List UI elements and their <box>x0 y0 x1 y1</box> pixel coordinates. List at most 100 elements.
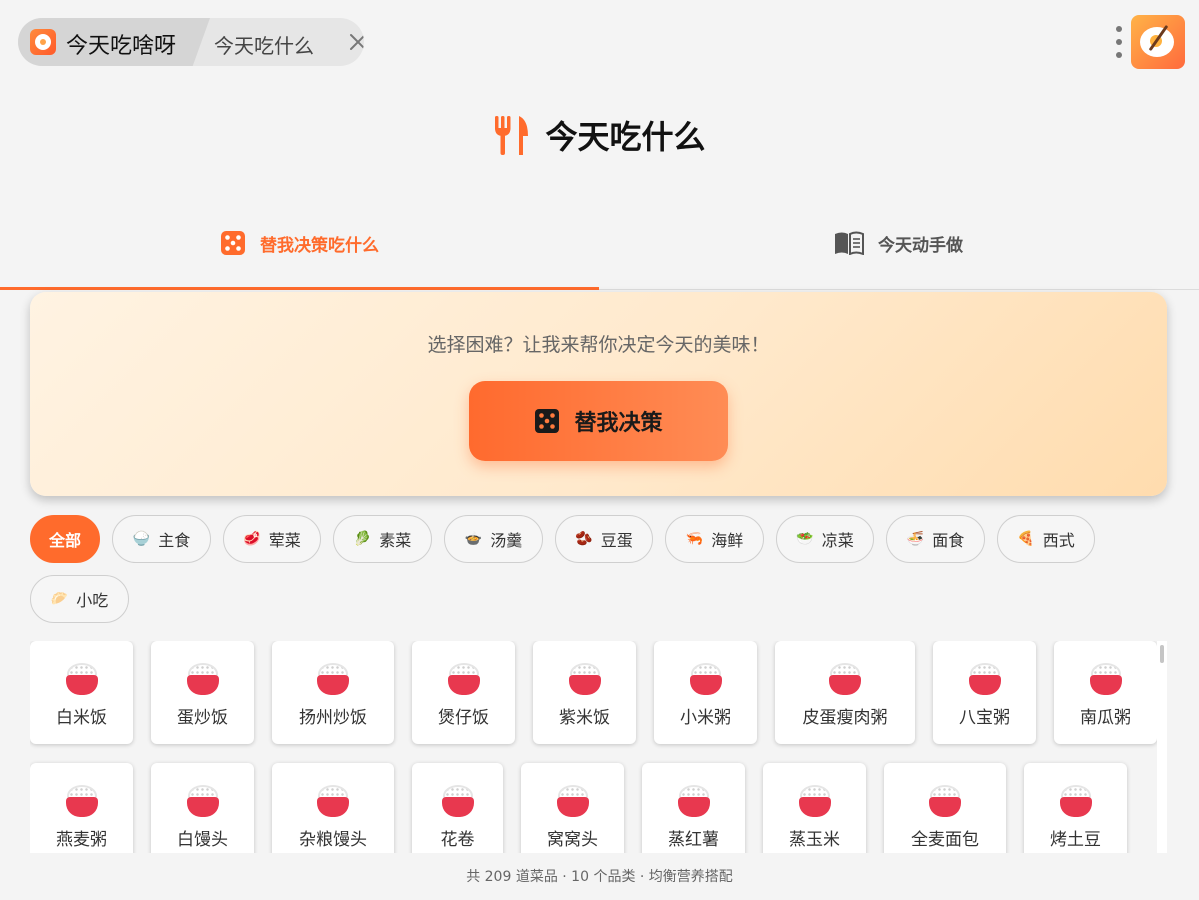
rice-bowl-icon <box>187 663 219 695</box>
decision-prompt: 选择困难？让我来帮你决定今天的美味！ <box>427 334 770 356</box>
category-chip-seafood[interactable]: 🦐 海鲜 <box>665 515 764 563</box>
rice-bowl-icon <box>569 663 601 695</box>
tab-label: 今天动手做 <box>878 235 963 256</box>
dish-card[interactable]: 煲仔饭 <box>412 641 515 744</box>
mode-tabs: 替我决策吃什么 今天动手做 <box>0 198 1199 290</box>
food-avatar-icon[interactable] <box>1131 15 1185 69</box>
chip-label: 豆蛋 <box>600 531 633 550</box>
rice-bowl-icon <box>690 663 722 695</box>
leafy-green-icon: 🥬 <box>353 531 372 547</box>
category-chip-noodles[interactable]: 🍜 面食 <box>886 515 985 563</box>
tab-decide-for-me[interactable]: 替我决策吃什么 <box>0 198 599 290</box>
chip-label: 面食 <box>932 531 965 550</box>
dish-name: 八宝粥 <box>959 708 1010 728</box>
app-title: 今天吃啥呀 <box>66 34 177 59</box>
chip-label: 汤羹 <box>490 531 523 550</box>
dish-card[interactable]: 蒸玉米 <box>763 763 866 853</box>
bowl-logo-icon <box>30 29 56 55</box>
dish-card[interactable]: 八宝粥 <box>933 641 1036 744</box>
dish-card[interactable]: 南瓜粥 <box>1054 641 1157 744</box>
rice-bowl-icon <box>187 785 219 817</box>
dish-name: 蒸玉米 <box>789 830 840 850</box>
category-chip-vegetable[interactable]: 🥬 素菜 <box>333 515 432 563</box>
rice-icon: 🍚 <box>132 531 151 547</box>
chip-label: 小吃 <box>76 591 109 610</box>
chip-label: 荤菜 <box>268 531 301 550</box>
browser-tab-group: 今天吃啥呀 今天吃什么 <box>18 18 364 66</box>
dish-name: 小米粥 <box>680 708 731 728</box>
category-chip-meat[interactable]: 🥩 荤菜 <box>223 515 321 563</box>
rice-bowl-icon <box>799 785 831 817</box>
decision-card: 选择困难？让我来帮你决定今天的美味！ 替我决策 <box>30 292 1167 496</box>
page-tab-title[interactable]: 今天吃什么 <box>214 30 314 59</box>
chip-label: 海鲜 <box>711 531 744 550</box>
dish-card[interactable]: 蛋炒饭 <box>151 641 254 744</box>
meat-icon: 🥩 <box>243 531 261 547</box>
kebab-menu-icon[interactable] <box>1109 24 1129 60</box>
tab-cook-today[interactable]: 今天动手做 <box>599 198 1198 288</box>
dish-card[interactable]: 白馒头 <box>151 763 254 853</box>
rice-bowl-icon <box>829 663 861 695</box>
dish-name: 紫米饭 <box>559 708 610 728</box>
rice-bowl-icon <box>317 663 349 695</box>
category-chip-bean-egg[interactable]: 🫘 豆蛋 <box>555 515 653 563</box>
rice-bowl-icon <box>448 663 480 695</box>
dish-name: 杂粮馒头 <box>299 830 367 850</box>
rice-bowl-icon <box>66 663 98 695</box>
category-chip-staple[interactable]: 🍚 主食 <box>112 515 211 563</box>
close-icon[interactable] <box>348 32 364 52</box>
dish-name: 花卷 <box>440 830 475 850</box>
chip-label: 凉菜 <box>821 531 854 550</box>
decide-button-label: 替我决策 <box>574 411 663 436</box>
tab-label: 替我决策吃什么 <box>260 235 379 256</box>
beans-icon: 🫘 <box>575 531 593 547</box>
dish-name: 烤土豆 <box>1050 830 1101 850</box>
dish-card[interactable]: 窝窝头 <box>521 763 624 853</box>
rice-bowl-icon <box>317 785 349 817</box>
category-chip-soup[interactable]: 🍲 汤羹 <box>444 515 543 563</box>
dish-name: 全麦面包 <box>911 830 979 850</box>
dish-grid: 白米饭 蛋炒饭 扬州炒饭 煲仔饭 紫米饭 小米粥 皮蛋瘦肉粥 八宝粥 南瓜粥燕麦粥 白馒头 杂粮馒头… <box>30 641 1157 853</box>
dish-name: 南瓜粥 <box>1080 708 1131 728</box>
title-bar: 今天吃啥呀 今天吃什么 <box>0 0 1199 84</box>
dish-card[interactable]: 小米粥 <box>654 641 757 744</box>
category-chip-snack[interactable]: 🥟 小吃 <box>30 575 129 623</box>
dish-name: 煲仔饭 <box>438 708 489 728</box>
dish-card[interactable]: 杂粮馒头 <box>272 763 394 853</box>
rice-bowl-icon <box>969 663 1001 695</box>
page-title: 今天吃什么 <box>545 118 706 156</box>
soup-pot-icon: 🍲 <box>464 531 483 547</box>
chip-label: 主食 <box>158 531 191 550</box>
rice-bowl-icon <box>66 785 98 817</box>
dumpling-icon: 🥟 <box>50 591 69 607</box>
pizza-icon: 🍕 <box>1017 531 1035 547</box>
rice-bowl-icon <box>678 785 710 817</box>
salad-icon: 🥗 <box>796 531 814 547</box>
category-chip-all[interactable]: 全部 <box>30 515 100 563</box>
dish-card[interactable]: 皮蛋瘦肉粥 <box>775 641 915 744</box>
dish-name: 蒸红薯 <box>668 830 719 850</box>
dish-card[interactable]: 花卷 <box>412 763 503 853</box>
dish-name: 扬州炒饭 <box>299 708 367 728</box>
noodle-bowl-icon: 🍜 <box>906 531 925 547</box>
dish-grid-scrollbar[interactable] <box>1157 641 1167 853</box>
rice-bowl-icon <box>557 785 589 817</box>
chip-label: 全部 <box>48 531 81 550</box>
dish-card[interactable]: 蒸红薯 <box>642 763 745 853</box>
dish-card[interactable]: 燕麦粥 <box>30 763 133 853</box>
dish-card[interactable]: 烤土豆 <box>1024 763 1127 853</box>
decide-for-me-button[interactable]: 替我决策 <box>469 381 728 461</box>
dish-name: 燕麦粥 <box>56 830 107 850</box>
app-tab[interactable]: 今天吃啥呀 <box>18 18 210 66</box>
dish-card[interactable]: 全麦面包 <box>884 763 1006 853</box>
dish-name: 蛋炒饭 <box>177 708 228 728</box>
chip-label: 素菜 <box>379 531 412 550</box>
category-chip-cold-dish[interactable]: 🥗 凉菜 <box>776 515 874 563</box>
fork-knife-icon <box>495 116 529 155</box>
dish-name: 皮蛋瘦肉粥 <box>802 708 888 728</box>
dish-card[interactable]: 白米饭 <box>30 641 133 744</box>
category-chip-western[interactable]: 🍕 西式 <box>997 515 1095 563</box>
dish-card[interactable]: 扬州炒饭 <box>272 641 394 744</box>
dice-icon <box>221 231 245 255</box>
dish-card[interactable]: 紫米饭 <box>533 641 636 744</box>
